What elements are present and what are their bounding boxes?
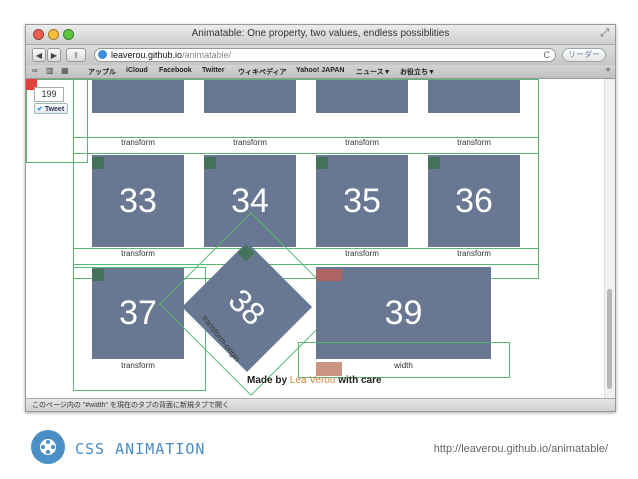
tile-marker [316, 157, 328, 169]
status-bar: このページ内の "#width" を現在のタブの背面に新規タブで開く [26, 398, 615, 411]
bookmark-item[interactable]: iCloud [126, 67, 148, 74]
back-button[interactable]: ◀ [32, 48, 46, 62]
toolbar: ◀ ▶ ⇪ leaverou.github.io/animatable/ C リ… [26, 45, 615, 65]
vertical-scrollbar[interactable] [604, 79, 615, 399]
credits: Made by Lea Verou with care [247, 375, 382, 386]
width-marker-bottom [316, 362, 342, 376]
bookmark-item[interactable]: お役立ち▼ [400, 67, 435, 77]
tweet-label: Tweet [44, 106, 65, 113]
credits-suffix: with care [338, 375, 382, 386]
top-sites-icon[interactable]: ▦ [61, 66, 69, 75]
url-path: /animatable/ [182, 50, 232, 60]
title-bar: Animatable: One property, two values, en… [26, 25, 615, 45]
tile-caption: transform [121, 361, 155, 370]
tile-caption: transform [121, 249, 155, 258]
bookmark-item[interactable]: ウィキペディア [238, 67, 287, 77]
author-link[interactable]: Lea Verou [290, 375, 336, 386]
add-tab-icon[interactable]: + [605, 65, 611, 76]
window-title: Animatable: One property, two values, en… [191, 28, 450, 39]
reading-list-icon[interactable]: ∞ [32, 66, 38, 75]
tile-caption: transform [345, 249, 379, 258]
tile-36[interactable]: 36 [428, 155, 520, 247]
tile-caption: transform [457, 138, 491, 147]
bookmarks-bar: ∞ ▥ ▦ アップル iCloud Facebook Twitter ウィキペデ… [26, 65, 615, 79]
bookmark-item[interactable]: Facebook [159, 67, 192, 74]
site-icon [98, 50, 107, 59]
bookmark-item[interactable]: アップル [88, 67, 116, 77]
credits-prefix: Made by [247, 375, 288, 386]
tile-35[interactable]: 35 [316, 155, 408, 247]
footer-title: CSS ANIMATION [75, 440, 206, 458]
address-bar[interactable]: leaverou.github.io/animatable/ C [94, 48, 556, 62]
tile-38-label: 38 [222, 281, 273, 332]
url-host: leaverou.github.io [111, 50, 183, 60]
bookmark-item[interactable]: ニュース▼ [356, 67, 391, 77]
bookmarks-book-icon[interactable]: ▥ [46, 66, 54, 75]
bookmark-item[interactable]: Yahoo! JAPAN [296, 67, 345, 74]
tile-marker [204, 157, 216, 169]
tile-marker [92, 157, 104, 169]
tile-caption: transform [121, 138, 155, 147]
css-animation-logo-icon [31, 430, 65, 464]
animation-counter: 199 [34, 87, 64, 102]
scrollbar-thumb[interactable] [607, 289, 612, 389]
tile-caption: transform [233, 138, 267, 147]
forward-button[interactable]: ▶ [47, 48, 61, 62]
film-reel-icon [40, 439, 56, 455]
twitter-bird-icon: ✔ [37, 106, 43, 113]
page-content: transform transform transform transform … [26, 79, 615, 399]
tile-caption: transform [457, 249, 491, 258]
bookmark-item[interactable]: Twitter [202, 67, 224, 74]
tile-caption: width [394, 361, 413, 370]
reload-icon[interactable]: C [544, 49, 551, 61]
tile-caption: transform [345, 138, 379, 147]
tile-33[interactable]: 33 [92, 155, 184, 247]
share-button[interactable]: ⇪ [66, 48, 86, 62]
width-marker [316, 269, 342, 281]
url-text: leaverou.github.io/animatable/ [111, 49, 231, 61]
fullscreen-icon[interactable]: ⤢ [600, 27, 609, 40]
browser-window: Animatable: One property, two values, en… [25, 24, 616, 412]
tile-marker [428, 157, 440, 169]
reader-button[interactable]: リーダー [562, 48, 606, 62]
footer-url[interactable]: http://leaverou.github.io/animatable/ [434, 443, 608, 455]
tweet-button[interactable]: ✔ Tweet [34, 103, 68, 114]
